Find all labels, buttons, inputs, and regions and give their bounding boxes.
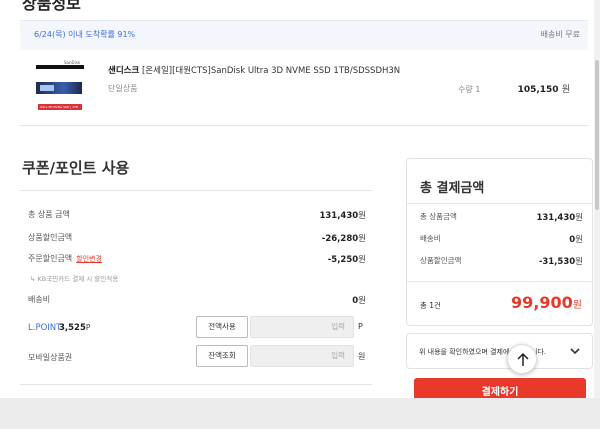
scrollbar-thumb[interactable] <box>595 60 599 210</box>
change-discount-link[interactable]: 할인변경 <box>76 255 102 263</box>
product-thumbnail[interactable]: SanDisk Ultra 3D NVMe SSD | 1TB <box>34 60 86 114</box>
lpoint-label: L.POINT <box>28 323 62 333</box>
row-label: 배송비 <box>28 295 51 304</box>
row-value: 0원 <box>569 235 583 245</box>
row-value: 0원 <box>352 296 366 306</box>
row-label: 총 상품 금액 <box>28 210 70 219</box>
chevron-down-icon <box>570 348 580 355</box>
lpoint-unit: P <box>358 322 363 331</box>
check-balance-button[interactable]: 잔액조회 <box>196 345 248 367</box>
product-option: 단일상품 <box>108 84 138 93</box>
row-label: 총 상품금액 <box>420 212 457 221</box>
payment-divider <box>407 203 592 204</box>
row-value: 131,430원 <box>536 213 583 223</box>
coupon-divider <box>20 190 372 191</box>
payment-title: 총 결제금액 <box>420 181 485 196</box>
delivery-estimate: 6/24(목) 이내 도착확률 91% <box>34 30 136 39</box>
coupon-bottom-divider <box>20 384 372 385</box>
product-info-title: 상품정보 <box>22 0 81 13</box>
kb-card-note: ↳ KB국민카드 결제 시 할인적용 <box>30 275 119 283</box>
thumbnail-stripe <box>36 65 84 69</box>
pay-button[interactable]: 결제하기 <box>414 378 586 398</box>
coupon-section-title: 쿠폰/포인트 사용 <box>22 159 130 177</box>
checkout-page: 상품정보 6/24(목) 이내 도착확률 91% 배송비 무료 SanDisk … <box>0 0 600 398</box>
lpoint-input[interactable]: 입력 <box>250 316 354 338</box>
thumbnail-label-text: Ultra 3D NVMe SSD | 1TB <box>40 105 78 109</box>
row-label: 주문할인금액 할인변경 <box>28 254 102 263</box>
mobile-gift-unit: 원 <box>358 352 366 361</box>
mobile-gift-label: 모바일상품권 <box>28 353 73 362</box>
row-value: -31,530원 <box>538 257 583 267</box>
agreement-toggle[interactable]: 위 내용을 확인하였으며 결제에 동의합니다. <box>406 333 593 369</box>
shipping-bar: 6/24(목) 이내 도착확률 91% 배송비 무료 <box>20 20 588 50</box>
lpoint-row: L.POINT 3,525P 전액사용 입력 P <box>28 316 373 340</box>
viewport-bottom-bar <box>0 398 600 429</box>
product-quantity: 수량 1 <box>458 85 481 94</box>
product-title: [온세일][대원CTS]SanDisk Ultra 3D NVME SSD 1T… <box>141 66 401 76</box>
thumbnail-brand: SanDisk <box>64 60 81 65</box>
mobile-gift-row: 모바일상품권 잔액조회 입력 원 <box>28 345 373 369</box>
payment-divider-2 <box>407 281 592 282</box>
product-price: 105,150 원 <box>518 82 570 95</box>
product-name[interactable]: 샌디스크 [온세일][대원CTS]SanDisk Ultra 3D NVME S… <box>108 64 400 76</box>
row-value: 131,430원 <box>319 211 366 221</box>
use-all-points-button[interactable]: 전액사용 <box>196 316 248 338</box>
scroll-top-button[interactable] <box>507 344 537 374</box>
payment-summary: 총 결제금액 총 상품금액 131,430원 배송비 0원 상품할인금액 -31… <box>406 158 593 326</box>
row-label: 배송비 <box>420 234 441 243</box>
row-value: -26,280원 <box>321 234 366 244</box>
product-brand: 샌디스크 <box>108 66 140 76</box>
product-row: SanDisk Ultra 3D NVMe SSD | 1TB 샌디스크 [온세… <box>20 50 588 126</box>
row-label: 상품할인금액 <box>28 233 73 242</box>
shipping-fee: 배송비 무료 <box>540 30 580 39</box>
row-label: 상품할인금액 <box>420 256 462 265</box>
product-price-unit: 원 <box>561 85 570 95</box>
arrow-up-icon <box>517 352 529 366</box>
row-value: -5,250원 <box>327 255 366 265</box>
ssd-image <box>36 82 82 94</box>
total-count: 총 1건 <box>420 301 441 310</box>
total-amount: 99,900원 <box>511 293 582 312</box>
lpoint-balance: 3,525P <box>59 323 91 333</box>
mobile-gift-input[interactable]: 입력 <box>250 345 354 367</box>
product-price-value: 105,150 <box>517 85 559 95</box>
